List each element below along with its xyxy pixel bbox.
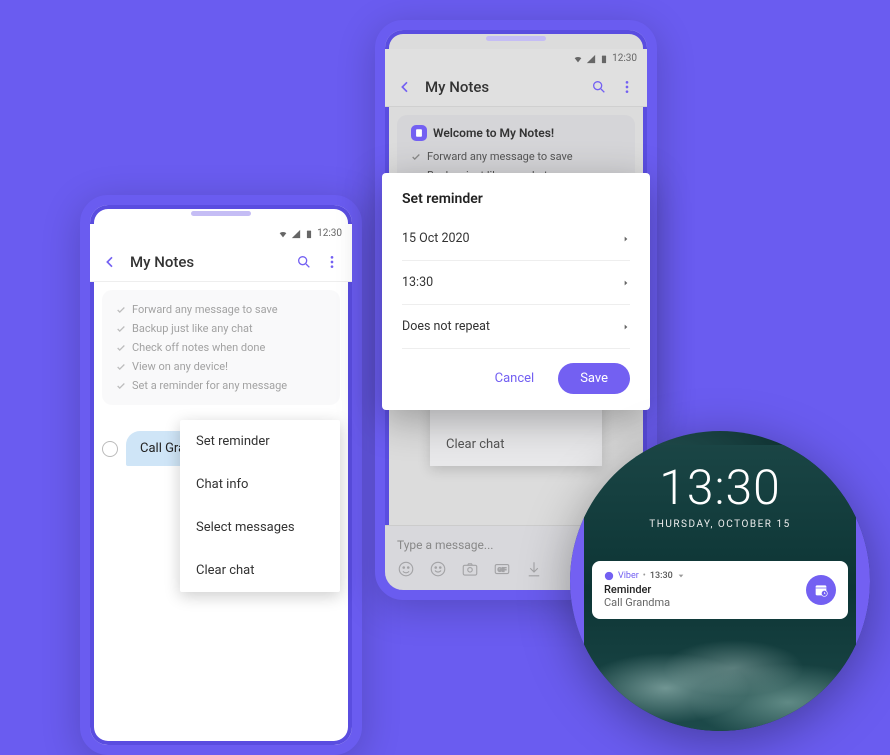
reminder-repeat-row[interactable]: Does not repeat (402, 305, 630, 349)
svg-text:GIF: GIF (498, 567, 507, 573)
check-icon (116, 324, 126, 334)
welcome-title: Welcome to My Notes! (433, 126, 554, 140)
app-topbar: My Notes (90, 243, 352, 282)
menu-chat-info[interactable]: Chat info (180, 463, 340, 506)
chevron-right-icon (622, 323, 630, 331)
notes-badge-icon (411, 125, 427, 141)
chevron-down-icon (677, 572, 685, 580)
welcome-header: Welcome to My Notes! (411, 125, 621, 141)
menu-clear-chat[interactable]: Clear chat (180, 549, 340, 592)
search-icon[interactable] (296, 254, 312, 270)
notification-app-name: Viber (618, 571, 639, 581)
search-icon[interactable] (591, 79, 607, 95)
chevron-right-icon (622, 235, 630, 243)
signal-icon (586, 54, 596, 64)
status-bar: 12:30 (385, 49, 647, 68)
lockscreen-clock: 13:30 (570, 459, 870, 516)
save-button[interactable]: Save (558, 363, 630, 394)
notification-app-row: Viber • 13:30 (604, 571, 806, 581)
emoji-icon[interactable] (429, 560, 447, 578)
lockscreen-preview: 13:30 THURSDAY, OCTOBER 15 Viber • 13:30… (570, 431, 870, 731)
notification-title: Reminder (604, 583, 806, 596)
gif-icon[interactable]: GIF (493, 560, 511, 578)
page-title: My Notes (425, 78, 579, 96)
cancel-button[interactable]: Cancel (481, 363, 549, 394)
welcome-item: View on any device! (132, 360, 228, 373)
sticker-icon[interactable] (397, 560, 415, 578)
welcome-item: Set a reminder for any message (132, 379, 287, 392)
phone-earpiece (191, 211, 251, 216)
signal-icon (291, 229, 301, 239)
reminder-time-row[interactable]: 13:30 (402, 261, 630, 305)
status-time: 12:30 (612, 53, 637, 64)
phone-earpiece (486, 36, 546, 41)
lockscreen-date: THURSDAY, OCTOBER 15 (570, 519, 870, 530)
check-icon (116, 305, 126, 315)
status-bar: 12:30 (90, 224, 352, 243)
wifi-icon (573, 54, 583, 64)
notification-timestamp: 13:30 (650, 571, 673, 581)
welcome-item: Forward any message to save (427, 150, 573, 163)
page-title: My Notes (130, 253, 284, 271)
reminder-notification-icon (806, 575, 836, 605)
camera-icon[interactable] (461, 560, 479, 578)
status-time: 12:30 (317, 228, 342, 239)
welcome-item: Forward any message to save (132, 303, 278, 316)
back-icon[interactable] (397, 79, 413, 95)
wifi-icon (278, 229, 288, 239)
context-menu: Set reminder Chat info Select messages C… (180, 420, 340, 592)
reminder-time-value: 13:30 (402, 275, 433, 290)
viber-app-icon (604, 571, 614, 581)
more-icon[interactable] (619, 79, 635, 95)
select-radio[interactable] (102, 441, 118, 457)
check-icon (116, 362, 126, 372)
app-topbar: My Notes (385, 68, 647, 107)
battery-icon (599, 54, 609, 64)
chevron-right-icon (622, 279, 630, 287)
menu-set-reminder[interactable]: Set reminder (180, 420, 340, 463)
more-icon[interactable] (324, 254, 340, 270)
welcome-card: Forward any message to save Backup just … (102, 290, 340, 405)
set-reminder-dialog: Set reminder 15 Oct 2020 13:30 Does not … (382, 173, 650, 410)
reminder-date-value: 15 Oct 2020 (402, 231, 470, 246)
welcome-item: Check off notes when done (132, 341, 265, 354)
reminder-date-row[interactable]: 15 Oct 2020 (402, 217, 630, 261)
attach-icon[interactable] (525, 560, 543, 578)
dialog-title: Set reminder (402, 191, 630, 207)
notification-body: Call Grandma (604, 596, 806, 609)
welcome-item: Backup just like any chat (132, 322, 253, 335)
back-icon[interactable] (102, 254, 118, 270)
check-icon (411, 152, 421, 162)
check-icon (116, 381, 126, 391)
menu-select-messages[interactable]: Select messages (180, 506, 340, 549)
battery-icon (304, 229, 314, 239)
reminder-repeat-value: Does not repeat (402, 319, 490, 334)
notification-card[interactable]: Viber • 13:30 Reminder Call Grandma (592, 561, 848, 619)
check-icon (116, 343, 126, 353)
